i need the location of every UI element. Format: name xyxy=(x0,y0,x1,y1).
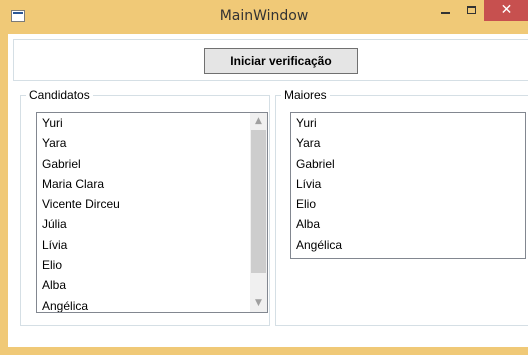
close-icon: ✕ xyxy=(500,2,513,18)
maiores-listbox[interactable]: Yuri Yara Gabriel Lívia Elio Alba Angélica xyxy=(290,112,526,259)
candidato-list-item[interactable]: Lívia xyxy=(37,235,120,255)
maiores-legend: Maiores xyxy=(281,88,330,102)
candidatos-legend: Candidatos xyxy=(26,88,93,102)
candidato-list-item[interactable]: Yuri xyxy=(37,113,120,133)
scrollbar-thumb[interactable] xyxy=(251,130,266,273)
maior-list-item[interactable]: Angélica xyxy=(291,235,342,255)
client-area: Iniciar verificação Candidatos Yuri Yara G… xyxy=(8,34,528,347)
top-panel: Iniciar verificação xyxy=(13,39,528,81)
main-window: MainWindow ✕ Iniciar verificação Candida… xyxy=(0,0,528,355)
start-verification-button[interactable]: Iniciar verificação xyxy=(204,48,358,74)
candidato-list-item[interactable]: Júlia xyxy=(37,214,120,234)
maior-list-item[interactable]: Lívia xyxy=(291,174,342,194)
candidato-list-item[interactable]: Elio xyxy=(37,255,120,275)
maior-list-item[interactable]: Yuri xyxy=(291,113,342,133)
maior-list-item[interactable]: Yara xyxy=(291,133,342,153)
minimize-button[interactable] xyxy=(432,0,458,21)
maximize-button[interactable] xyxy=(458,0,484,21)
maiores-items: Yuri Yara Gabriel Lívia Elio Alba Angélica xyxy=(291,113,342,255)
candidato-list-item[interactable]: Yara xyxy=(37,133,120,153)
candidato-list-item[interactable]: Maria Clara xyxy=(37,174,120,194)
candidatos-scrollbar[interactable]: ▲ ▼ xyxy=(250,113,267,312)
title-bar[interactable]: MainWindow ✕ xyxy=(0,0,528,34)
scroll-up-arrow-icon[interactable]: ▲ xyxy=(250,113,267,130)
candidatos-items: Yuri Yara Gabriel Maria Clara Vicente Dirceu… xyxy=(37,113,120,312)
candidatos-listbox[interactable]: Yuri Yara Gabriel Maria Clara Vicente Dirceu… xyxy=(36,112,268,313)
candidato-list-item[interactable]: Gabriel xyxy=(37,154,120,174)
maior-list-item[interactable]: Alba xyxy=(291,214,342,234)
maximize-icon xyxy=(466,5,476,14)
scroll-down-arrow-icon[interactable]: ▼ xyxy=(250,295,267,312)
candidato-list-item[interactable]: Alba xyxy=(37,275,120,295)
candidato-list-item[interactable]: Angélica xyxy=(37,296,120,312)
maior-list-item[interactable]: Gabriel xyxy=(291,154,342,174)
minimize-icon xyxy=(440,11,450,14)
candidato-list-item[interactable]: Vicente Dirceu xyxy=(37,194,120,214)
maior-list-item[interactable]: Elio xyxy=(291,194,342,214)
close-button[interactable]: ✕ xyxy=(484,0,528,21)
